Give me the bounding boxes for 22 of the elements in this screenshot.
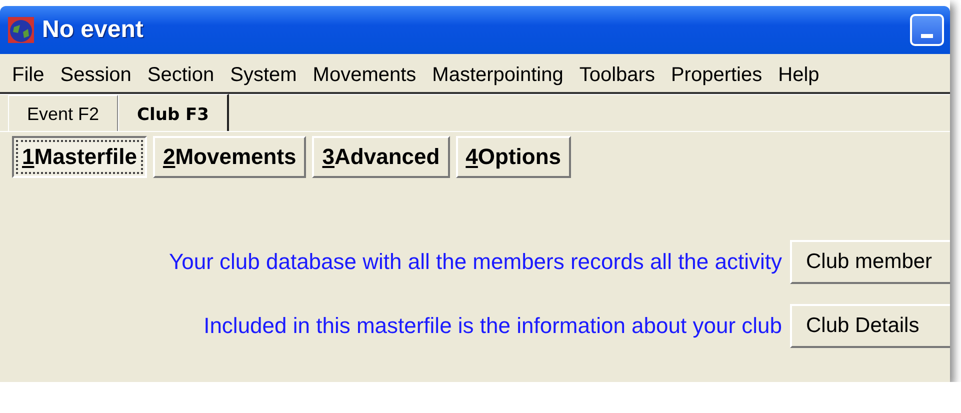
menu-item[interactable]: Session bbox=[52, 64, 140, 86]
section-tab[interactable]: 3Advanced bbox=[312, 136, 450, 178]
menu-item[interactable]: File bbox=[4, 64, 52, 86]
menu-item[interactable]: Masterpointing bbox=[424, 64, 572, 86]
action-button[interactable]: Club member bbox=[790, 240, 950, 284]
menu-item[interactable]: System bbox=[222, 64, 305, 86]
menu-item[interactable]: Movements bbox=[304, 64, 424, 86]
section-tab[interactable]: 4Options bbox=[456, 136, 572, 178]
description-text: Included in this masterfile is the information about your club bbox=[204, 313, 782, 339]
menu-item[interactable]: Toolbars bbox=[571, 64, 663, 86]
menu-item[interactable]: Properties bbox=[662, 64, 770, 86]
description-text: Your club database with all the members records all the activity bbox=[168, 249, 782, 275]
window-title: No event bbox=[42, 16, 144, 44]
menu-item[interactable]: Section bbox=[139, 64, 222, 86]
tab[interactable]: Club F3 bbox=[118, 94, 229, 131]
menu-item[interactable]: Help bbox=[770, 64, 828, 86]
action-button[interactable]: Club Details bbox=[790, 304, 950, 348]
tab[interactable]: Event F2 bbox=[8, 95, 118, 131]
globe-icon bbox=[8, 17, 34, 43]
minimize-button[interactable] bbox=[910, 14, 944, 46]
section-tab[interactable]: 2Movements bbox=[152, 136, 306, 178]
section-tab[interactable]: 1Masterfile bbox=[12, 136, 147, 178]
